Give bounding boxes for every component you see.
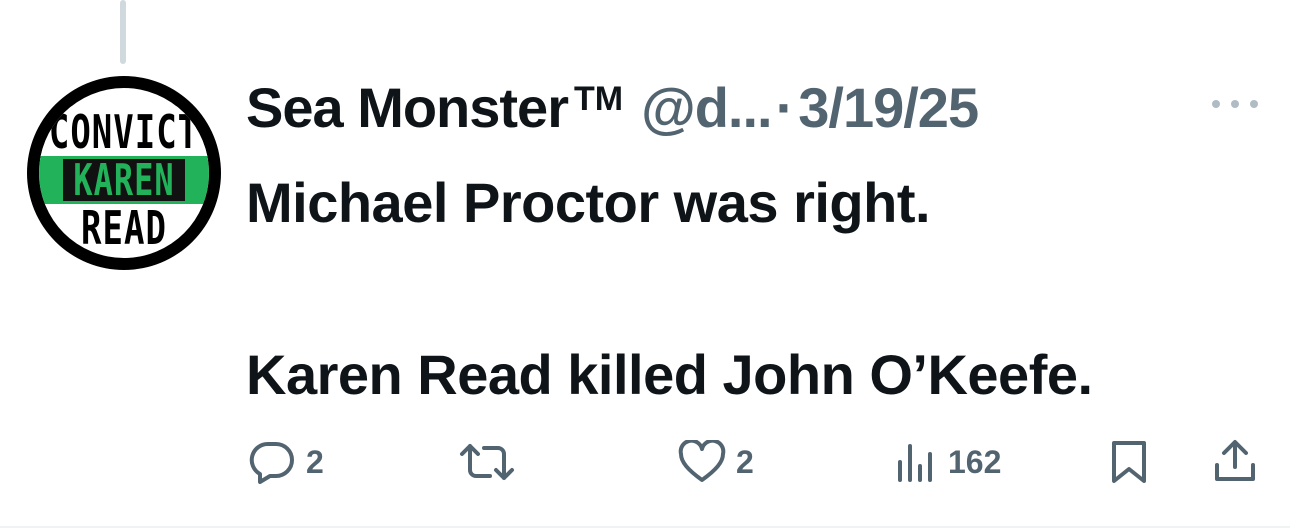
more-dot xyxy=(1212,100,1220,108)
like-count: 2 xyxy=(736,443,754,480)
more-options-icon[interactable] xyxy=(1212,92,1258,116)
avatar-logo: CONVICT KAREN READ xyxy=(39,88,209,258)
share-icon xyxy=(1212,439,1258,485)
tweet-header: Sea Monster TM @d... · 3/19/25 xyxy=(246,72,979,142)
tweet-text: Michael Proctor was right. Karen Read ki… xyxy=(246,171,1093,406)
reply-count: 2 xyxy=(306,443,324,480)
bookmark-button[interactable] xyxy=(1110,440,1148,484)
bookmark-icon xyxy=(1110,439,1148,485)
like-button[interactable]: 2 xyxy=(678,440,754,484)
separator-dot: · xyxy=(775,75,795,139)
avatar-text-line3: READ xyxy=(81,202,167,256)
more-dot xyxy=(1250,100,1258,108)
heart-icon xyxy=(678,440,726,484)
repost-button[interactable] xyxy=(458,440,526,484)
avatar[interactable]: CONVICT KAREN READ xyxy=(27,76,221,270)
share-button[interactable] xyxy=(1212,440,1258,484)
views-count: 162 xyxy=(948,443,1002,480)
reply-icon xyxy=(248,440,296,484)
user-handle[interactable]: @d... xyxy=(641,75,772,140)
repost-icon xyxy=(458,440,516,484)
tweet-date[interactable]: 3/19/25 xyxy=(798,75,979,140)
reply-button[interactable]: 2 xyxy=(248,440,324,484)
display-name[interactable]: Sea Monster xyxy=(246,75,569,140)
analytics-icon xyxy=(896,440,938,484)
more-dot xyxy=(1231,100,1239,108)
thread-connector-line xyxy=(120,0,126,64)
trademark-symbol: TM xyxy=(574,79,624,118)
views-button[interactable]: 162 xyxy=(896,440,1001,484)
